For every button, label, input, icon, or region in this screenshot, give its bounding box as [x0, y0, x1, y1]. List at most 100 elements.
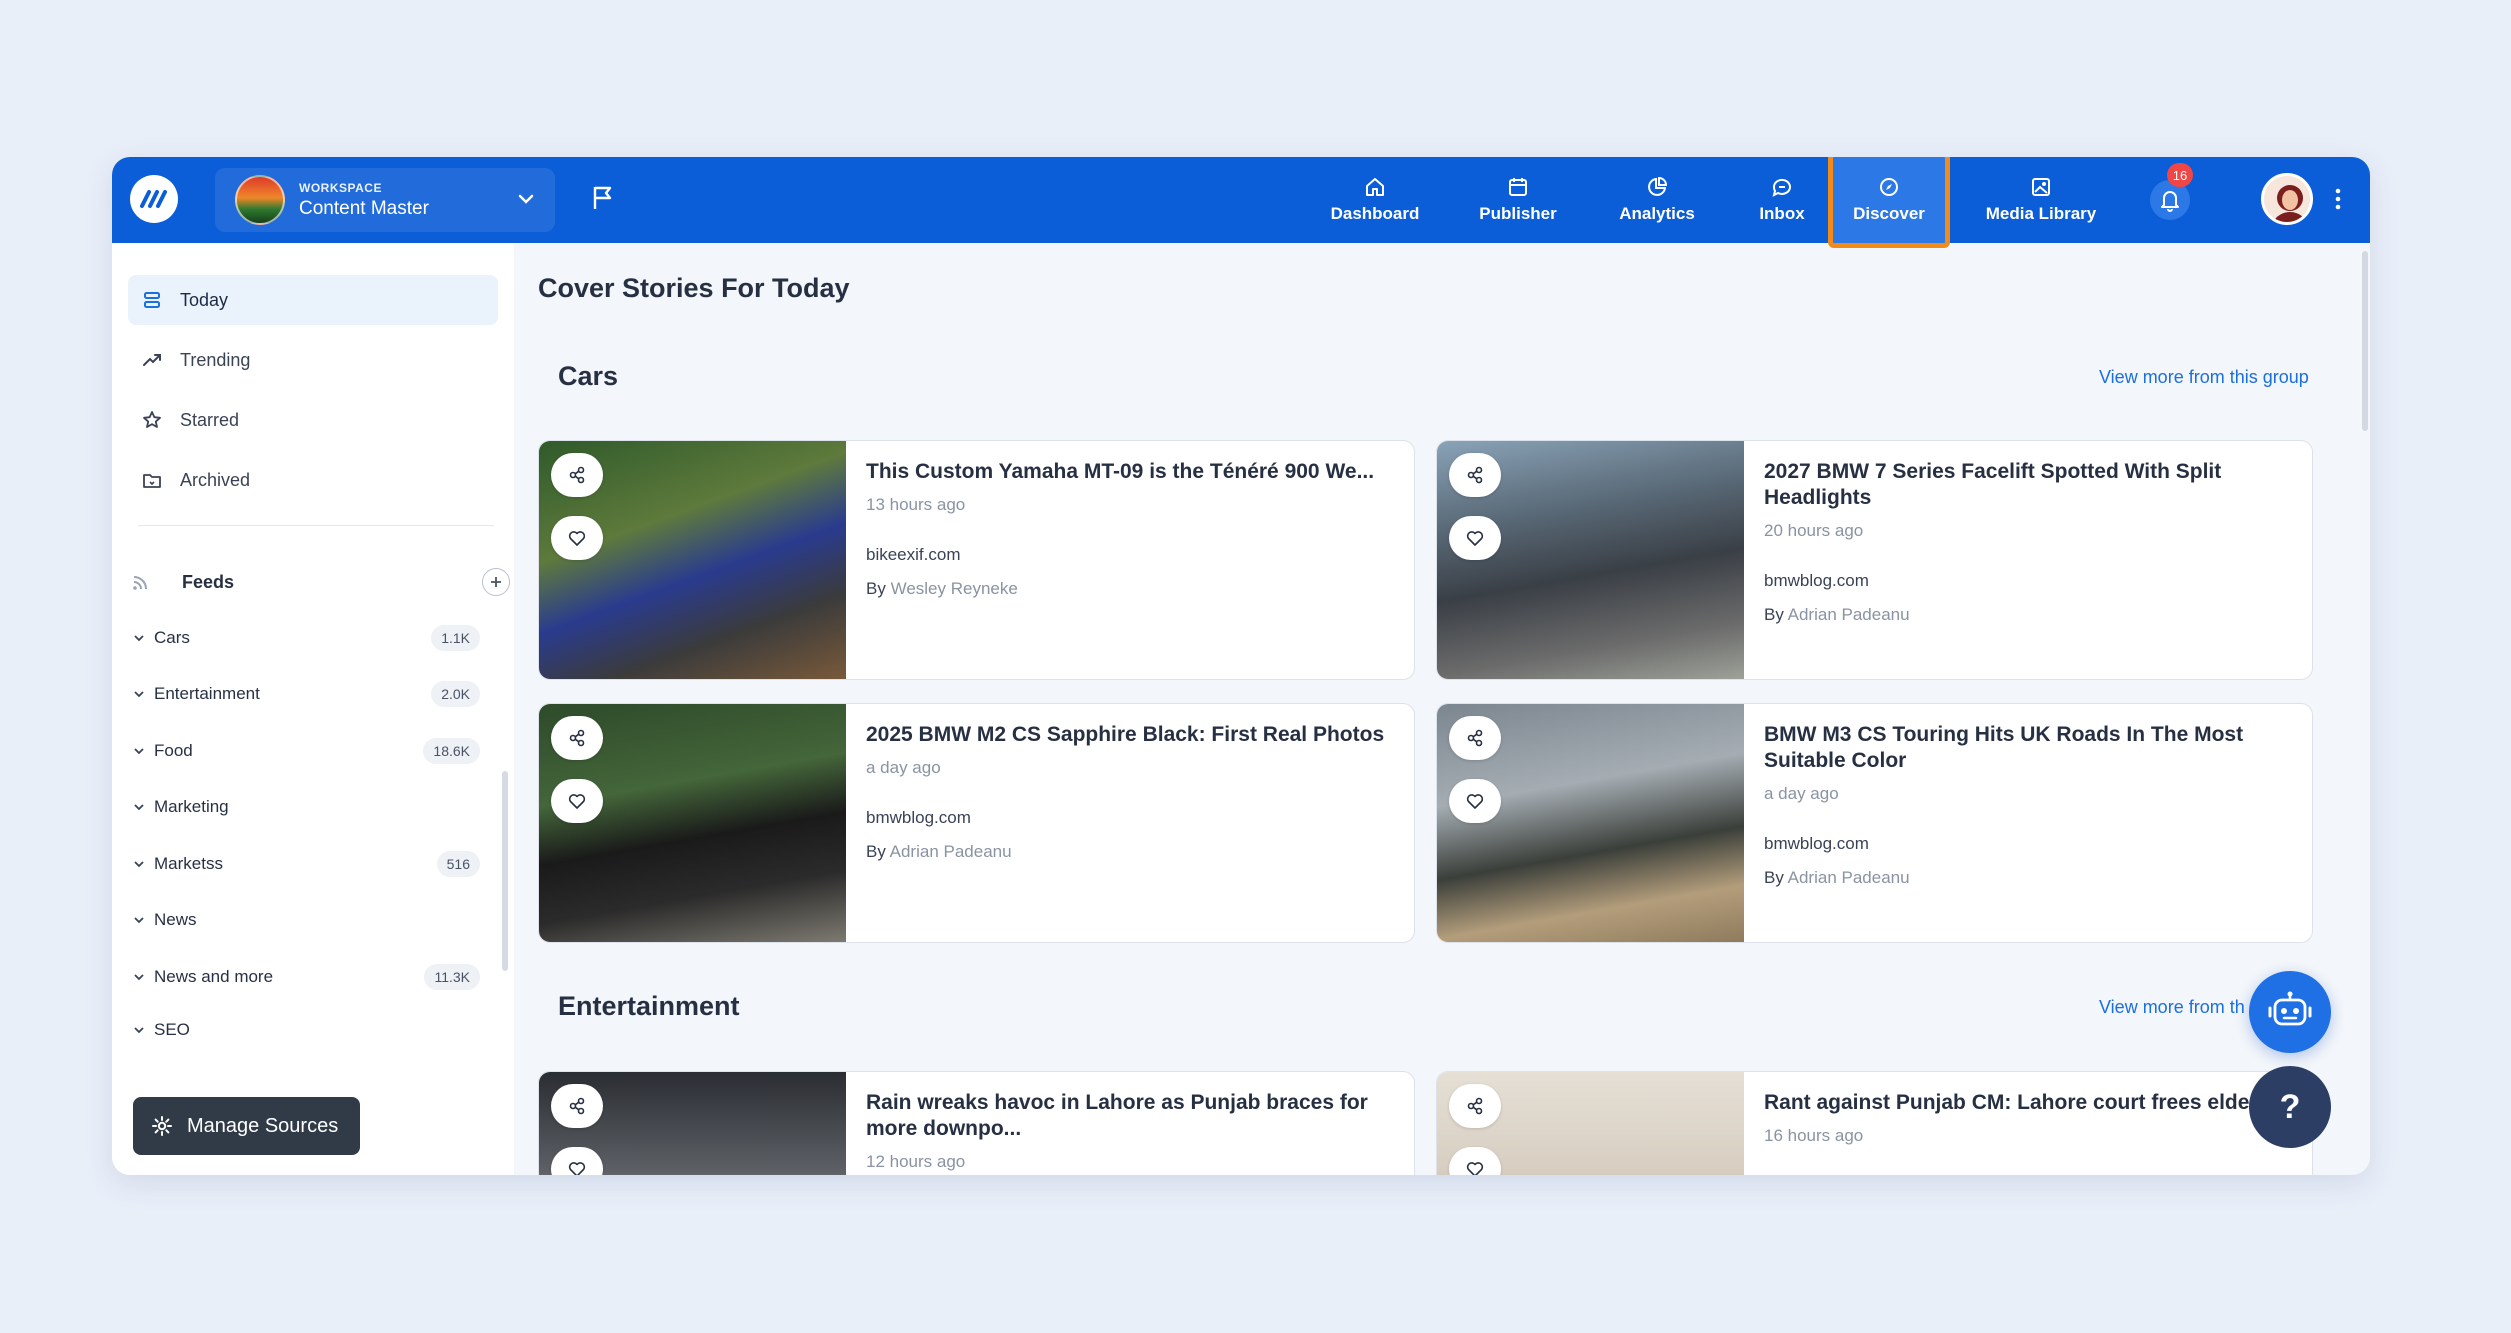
- section-title-cars: Cars: [558, 361, 619, 391]
- chevron-down-icon: [515, 188, 537, 215]
- person-icon: [2273, 185, 2307, 222]
- feed-count: 18.6K: [423, 738, 480, 764]
- chat-bubble-icon: [1772, 178, 1791, 197]
- sidebar-item-starred[interactable]: Starred: [128, 395, 498, 445]
- workspace-switcher[interactable]: WORKSPACE Content Master: [215, 168, 555, 232]
- story-author: Wesley Reyneke: [890, 579, 1018, 598]
- sidebar-item-trending[interactable]: Trending: [128, 335, 498, 385]
- feed-item-news-and-more[interactable]: News and more 11.3K: [132, 959, 480, 995]
- more-options-icon[interactable]: [2334, 187, 2342, 216]
- share-button[interactable]: [551, 716, 603, 760]
- sidebar-item-label: Trending: [180, 349, 251, 370]
- story-title[interactable]: 2027 BMW 7 Series Facelift Spotted With …: [1764, 459, 2294, 511]
- feed-item-cars[interactable]: Cars 1.1K: [132, 620, 480, 656]
- favorite-button[interactable]: [551, 779, 603, 823]
- nav-label: Analytics: [1619, 204, 1695, 223]
- feed-item-food[interactable]: Food 18.6K: [132, 733, 480, 769]
- logo-icon: [140, 190, 167, 208]
- story-card[interactable]: Rain wreaks havoc in Lahore as Punjab br…: [538, 1071, 1415, 1175]
- sidebar-item-label: Today: [180, 289, 229, 310]
- nav-label: Media Library: [1985, 204, 2097, 223]
- share-button[interactable]: [551, 1084, 603, 1128]
- share-button[interactable]: [1449, 716, 1501, 760]
- heart-icon: [1466, 531, 1484, 546]
- favorite-button[interactable]: [1449, 779, 1501, 823]
- share-icon: [569, 466, 585, 484]
- story-card[interactable]: Rant against Punjab CM: Lahore court fre…: [1436, 1071, 2313, 1175]
- workspace-label: WORKSPACE: [299, 180, 382, 195]
- add-feed-button[interactable]: [482, 568, 510, 596]
- home-icon: [1366, 178, 1384, 196]
- feed-item-marketing[interactable]: Marketing: [132, 789, 480, 825]
- view-more-cars-link[interactable]: View more from this group: [2099, 367, 2309, 388]
- share-button[interactable]: [1449, 453, 1501, 497]
- nav-discover[interactable]: Discover: [1828, 157, 1950, 248]
- story-title[interactable]: This Custom Yamaha MT-09 is the Ténéré 9…: [866, 459, 1396, 485]
- compass-icon: [1880, 178, 1898, 196]
- sidebar-item-archived[interactable]: Archived: [128, 455, 498, 505]
- feeds-header: Feeds: [130, 565, 510, 599]
- story-title[interactable]: Rant against Punjab CM: Lahore court fre…: [1764, 1090, 2294, 1116]
- main-scrollbar[interactable]: [2362, 251, 2368, 431]
- story-card[interactable]: 2027 BMW 7 Series Facelift Spotted With …: [1436, 440, 2313, 680]
- nav-publisher[interactable]: Publisher: [1462, 157, 1574, 243]
- feed-item-news[interactable]: News: [132, 902, 480, 938]
- story-title[interactable]: Rain wreaks havoc in Lahore as Punjab br…: [866, 1090, 1396, 1142]
- heart-icon: [568, 1162, 586, 1175]
- story-byline: By Wesley Reyneke: [866, 579, 1018, 598]
- nav-label: Inbox: [1759, 204, 1805, 223]
- heart-icon: [1466, 794, 1484, 809]
- story-time: 13 hours ago: [866, 495, 966, 514]
- favorite-button[interactable]: [1449, 516, 1501, 560]
- workspace-name: Content Master: [299, 197, 429, 219]
- nav-label: Discover: [1853, 204, 1925, 223]
- sidebar-item-today[interactable]: Today: [128, 275, 498, 325]
- story-title[interactable]: BMW M3 CS Touring Hits UK Roads In The M…: [1764, 722, 2294, 774]
- share-icon: [1467, 466, 1483, 484]
- help-button[interactable]: ?: [2249, 1066, 2331, 1148]
- feeds-label: Feeds: [182, 571, 235, 592]
- favorite-button[interactable]: [551, 516, 603, 560]
- nav-inbox[interactable]: Inbox: [1742, 157, 1822, 243]
- story-card[interactable]: This Custom Yamaha MT-09 is the Ténéré 9…: [538, 440, 1415, 680]
- user-avatar[interactable]: [2261, 173, 2313, 225]
- rss-icon: [133, 576, 147, 590]
- workspace-avatar: [235, 175, 285, 225]
- ai-assistant-button[interactable]: [2249, 971, 2331, 1053]
- robot-icon: [2268, 991, 2312, 1026]
- favorite-button[interactable]: [551, 1147, 603, 1175]
- share-button[interactable]: [551, 453, 603, 497]
- story-card[interactable]: 2025 BMW M2 CS Sapphire Black: First Rea…: [538, 703, 1415, 943]
- story-card[interactable]: BMW M3 CS Touring Hits UK Roads In The M…: [1436, 703, 2313, 943]
- story-title[interactable]: 2025 BMW M2 CS Sapphire Black: First Rea…: [866, 722, 1396, 748]
- story-domain: bmwblog.com: [866, 808, 971, 827]
- story-byline: By Adrian Padeanu: [866, 842, 1012, 861]
- favorite-button[interactable]: [1449, 1147, 1501, 1175]
- story-time: a day ago: [866, 758, 941, 777]
- feed-item-entertainment[interactable]: Entertainment 2.0K: [132, 676, 480, 712]
- story-byline: By Adrian Padeanu: [1764, 605, 1910, 624]
- story-time: a day ago: [1764, 784, 1839, 803]
- story-byline: By Adrian Padeanu: [1764, 868, 1910, 887]
- app-logo[interactable]: [130, 175, 178, 223]
- nav-analytics[interactable]: Analytics: [1601, 157, 1713, 243]
- flag-icon[interactable]: [590, 184, 616, 217]
- nav-label: Publisher: [1479, 204, 1557, 223]
- story-domain: bikeexif.com: [866, 545, 961, 564]
- chevron-down-icon: [134, 917, 144, 924]
- chevron-down-icon: [134, 1027, 144, 1034]
- share-icon: [569, 729, 585, 747]
- chevron-down-icon: [134, 748, 144, 755]
- chevron-down-icon: [134, 974, 144, 981]
- story-author: Adrian Padeanu: [889, 842, 1012, 861]
- view-more-entertainment-link[interactable]: View more from th: [2099, 997, 2245, 1018]
- section-title-entertainment: Entertainment: [558, 991, 740, 1021]
- feed-item-seo[interactable]: SEO: [132, 1015, 480, 1045]
- manage-sources-button[interactable]: Manage Sources: [133, 1097, 360, 1155]
- nav-media-library[interactable]: Media Library: [1972, 157, 2110, 243]
- star-icon: [143, 411, 161, 428]
- sidebar-scrollbar[interactable]: [502, 771, 508, 971]
- feed-item-marketss[interactable]: Marketss 516: [132, 846, 480, 882]
- share-button[interactable]: [1449, 1084, 1501, 1128]
- nav-dashboard[interactable]: Dashboard: [1319, 157, 1431, 243]
